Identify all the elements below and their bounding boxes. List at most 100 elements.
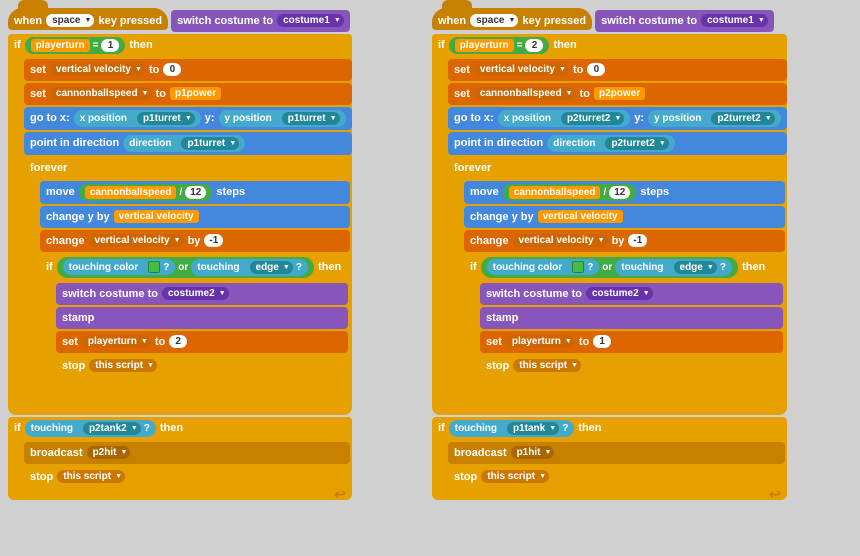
vy-dropdown-r1[interactable]: vertical velocity bbox=[474, 63, 569, 76]
p1tank-dropdown[interactable]: p1tank bbox=[507, 422, 559, 435]
costume-dropdown-left[interactable]: costume1 bbox=[277, 14, 344, 27]
ypos-of-dropdown[interactable]: p1turret bbox=[282, 112, 340, 125]
vy-input-right: vertical velocity bbox=[538, 210, 623, 223]
point-direction-right: point in direction direction p2turret2 bbox=[448, 132, 787, 155]
pt-dropdown-right[interactable]: playerturn bbox=[506, 335, 575, 348]
hat-block-left: when space key pressed bbox=[8, 8, 168, 30]
xpos-of-dropdown[interactable]: p1turret bbox=[137, 112, 195, 125]
left-script: when space key pressed switch costume to… bbox=[8, 8, 352, 500]
val-1-left: 1 bbox=[101, 39, 119, 52]
xpos-block-left: x position p1turret bbox=[74, 110, 201, 127]
costume2-dropdown-left[interactable]: costume2 bbox=[162, 287, 229, 300]
if-touch-block-right: if touching color ? or bbox=[464, 254, 785, 387]
neg1-left: -1 bbox=[204, 234, 223, 247]
if-touch-condition-left: if touching color ? or bbox=[40, 254, 350, 281]
color-swatch-right bbox=[572, 261, 584, 273]
when-label: when bbox=[14, 15, 42, 27]
val12-right: 12 bbox=[609, 186, 630, 199]
direction-of-dropdown[interactable]: p1turret bbox=[181, 137, 239, 150]
set-cbs-right: set cannonballspeed to p2power bbox=[448, 83, 787, 105]
equals-operator-left: playerturn = 1 bbox=[25, 37, 126, 54]
touch-edge-left: touching edge ? bbox=[191, 259, 308, 276]
if-touch-condition-right: if touching color ? or bbox=[464, 254, 785, 281]
p1power-var: p1power bbox=[170, 87, 221, 100]
vy-change-dropdown[interactable]: vertical velocity bbox=[89, 234, 184, 247]
color-swatch-left bbox=[148, 261, 160, 273]
ypos-of-dropdown-r[interactable]: p2turret2 bbox=[711, 112, 774, 125]
edge-dropdown-right[interactable]: edge bbox=[674, 261, 717, 274]
set-vy-0-left: set vertical velocity to 0 bbox=[24, 59, 352, 81]
var-playerturn-right: playerturn bbox=[455, 39, 514, 52]
switch-costume-right: switch costume to costume1 bbox=[595, 10, 774, 32]
switch-costume-left: switch costume to costume1 bbox=[171, 10, 350, 32]
p2tank2-dropdown[interactable]: p2tank2 bbox=[83, 422, 141, 435]
touch-p2tank2: touching p2tank2 ? bbox=[25, 420, 156, 437]
if-p1tank-condition: if touching p1tank ? then bbox=[432, 417, 787, 440]
key-pressed-label: key pressed bbox=[98, 15, 162, 27]
p2power-var: p2power bbox=[594, 87, 645, 100]
change-y-right: change y by vertical velocity bbox=[464, 206, 785, 228]
stop1-right: stop this script bbox=[480, 355, 783, 377]
if-condition-right: if playerturn = 2 then bbox=[432, 34, 787, 57]
costume2-dropdown-right[interactable]: costume2 bbox=[586, 287, 653, 300]
vy-change-dropdown-r[interactable]: vertical velocity bbox=[513, 234, 608, 247]
stop2-left: stop this script bbox=[24, 466, 350, 488]
touch-edge-right: touching edge ? bbox=[615, 259, 732, 276]
set-pt-1-right: set playerturn to 1 bbox=[480, 331, 783, 353]
stop1-dropdown-right[interactable]: this script bbox=[513, 359, 581, 372]
stop2-right: stop this script bbox=[448, 466, 785, 488]
key-dropdown-right[interactable]: space bbox=[470, 14, 518, 27]
val12-left: 12 bbox=[185, 186, 206, 199]
divide-op-left: cannonballspeed / 12 bbox=[79, 184, 213, 201]
forever-label-left: forever bbox=[24, 157, 352, 179]
move-cbs-left: move cannonballspeed / 12 steps bbox=[40, 181, 350, 204]
stop1-dropdown-left[interactable]: this script bbox=[89, 359, 157, 372]
touch-color-left: touching color ? bbox=[63, 259, 176, 275]
change-vy-left: change vertical velocity by -1 bbox=[40, 230, 350, 252]
xpos-of-dropdown-r[interactable]: p2turret2 bbox=[561, 112, 624, 125]
direction-block-right: direction p2turret2 bbox=[547, 135, 675, 152]
set-vy-0-right: set vertical velocity to 0 bbox=[448, 59, 787, 81]
direction-of-dropdown-r[interactable]: p2turret2 bbox=[605, 137, 668, 150]
xpos-block-right: x position p2turret2 bbox=[498, 110, 631, 127]
change-y-left: change y by vertical velocity bbox=[40, 206, 350, 228]
edge-dropdown-left[interactable]: edge bbox=[250, 261, 293, 274]
p2hit-dropdown[interactable]: p2hit bbox=[87, 446, 131, 459]
val1-right: 1 bbox=[593, 335, 611, 348]
set-pt-2-left: set playerturn to 2 bbox=[56, 331, 348, 353]
point-direction-left: point in direction direction p1turret bbox=[24, 132, 352, 155]
forever-label-right: forever bbox=[448, 157, 787, 179]
switch-costume2-right: switch costume to costume2 bbox=[480, 283, 783, 305]
vy-input-left: vertical velocity bbox=[114, 210, 199, 223]
switch-costume2-left: switch costume to costume2 bbox=[56, 283, 348, 305]
stop2-dropdown-right[interactable]: this script bbox=[481, 470, 549, 483]
cbs-dropdown-left[interactable]: cannonballspeed bbox=[50, 87, 152, 100]
val-0-right: 0 bbox=[587, 63, 605, 76]
goto-right: go to x: x position p2turret2 y: y posit… bbox=[448, 107, 787, 130]
move-cbs-right: move cannonballspeed / 12 steps bbox=[464, 181, 785, 204]
pt-dropdown-left[interactable]: playerturn bbox=[82, 335, 151, 348]
stop2-dropdown-left[interactable]: this script bbox=[57, 470, 125, 483]
right-script: when space key pressed switch costume to… bbox=[432, 8, 787, 500]
cbs-dropdown-right[interactable]: cannonballspeed bbox=[474, 87, 576, 100]
vy-dropdown-1[interactable]: vertical velocity bbox=[50, 63, 145, 76]
ypos-block-left: y position p1turret bbox=[219, 110, 346, 127]
divide-op-right: cannonballspeed / 12 bbox=[503, 184, 637, 201]
direction-block-left: direction p1turret bbox=[123, 135, 245, 152]
if-playerturn-2-block: if playerturn = 2 then set vertical velo… bbox=[432, 34, 787, 415]
key-dropdown-left[interactable]: space bbox=[46, 14, 94, 27]
broadcast-p1hit: broadcast p1hit bbox=[448, 442, 785, 464]
change-vy-right: change vertical velocity by -1 bbox=[464, 230, 785, 252]
stamp-right: stamp bbox=[480, 307, 783, 329]
or-op-right: touching color ? or touching edge bbox=[481, 257, 738, 278]
p1hit-dropdown[interactable]: p1hit bbox=[511, 446, 555, 459]
costume-dropdown-right[interactable]: costume1 bbox=[701, 14, 768, 27]
touch-p1tank: touching p1tank ? bbox=[449, 420, 575, 437]
if-touch-block-left: if touching color ? or bbox=[40, 254, 350, 387]
if-playerturn-1-block: if playerturn = 1 then set vertical velo… bbox=[8, 34, 352, 415]
or-op-left: touching color ? or touching edge bbox=[57, 257, 314, 278]
forever-block-left: forever move cannonballspeed / 12 steps bbox=[24, 157, 352, 399]
if-condition-left: if playerturn = 1 then bbox=[8, 34, 352, 57]
stop1-left: stop this script bbox=[56, 355, 348, 377]
val2-left: 2 bbox=[169, 335, 187, 348]
